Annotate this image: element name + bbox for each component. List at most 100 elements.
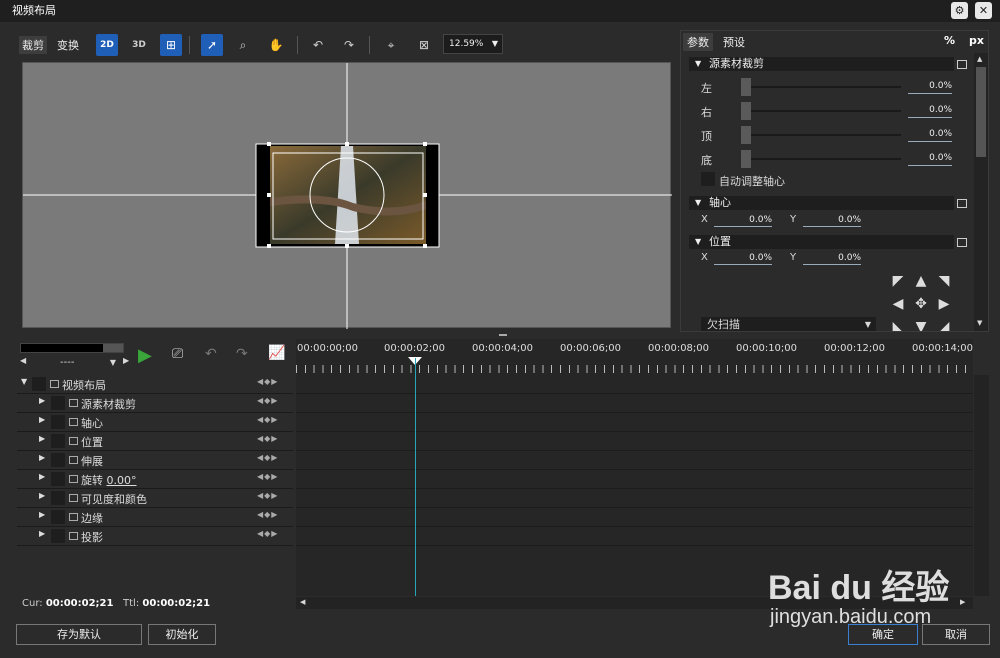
crop-left-slider[interactable] [741,86,901,88]
keyframe-nav-icon[interactable]: ◀◆▶ [257,434,278,443]
lane[interactable] [296,394,973,413]
crop-bottom-slider[interactable] [741,158,901,160]
close-icon[interactable]: ✕ [975,2,992,19]
expand-triangle-icon[interactable]: ▶ [39,529,45,538]
expand-triangle-icon[interactable]: ▶ [39,453,45,462]
track-item[interactable]: ▶ 位置 ◀◆▶ [17,432,293,451]
track-checkbox[interactable] [51,529,65,543]
scroll-thumb[interactable] [976,67,986,157]
track-item[interactable]: ▶ 投影 ◀◆▶ [17,527,293,546]
keyframe-nav-icon[interactable]: ◀◆▶ [257,529,278,538]
track-root[interactable]: ▼ 视频布局 ◀◆▶ [17,375,293,394]
crop-top-value[interactable]: 0.0% [908,128,952,142]
save-default-button[interactable]: 存为默认 [16,624,142,645]
keyframe-nav-icon[interactable]: ◀◆▶ [257,453,278,462]
fit-frame-icon[interactable]: ⌖ [380,34,402,56]
track-checkbox[interactable] [51,472,65,486]
crop-right-slider[interactable] [741,110,901,112]
tab-crop[interactable]: 裁剪 [19,36,47,54]
zoom-bar-thumb[interactable] [103,344,123,352]
crop-left-thumb[interactable] [741,78,751,96]
splitter-grip[interactable] [499,334,507,336]
unit-px-button[interactable]: px [969,34,984,47]
expand-triangle-icon[interactable]: ▶ [39,491,45,500]
tab-transform[interactable]: 变换 [54,36,82,54]
tab-params[interactable]: 参数 [683,33,713,51]
track-checkbox[interactable] [51,491,65,505]
keyframe-nav-icon[interactable]: ◀◆▶ [257,396,278,405]
initialize-button[interactable]: 初始化 [148,624,216,645]
redo-icon[interactable]: ↷ [236,346,248,362]
params-scrollbar[interactable]: ▲ ▼ [974,53,988,331]
timeline-dropdown[interactable]: ---- ▼ [32,355,118,370]
anchor-y-value[interactable]: 0.0% [803,214,861,227]
track-item[interactable]: ▶ 旋转 0.00° ◀◆▶ [17,470,293,489]
track-item[interactable]: ▶ 源素材裁剪 ◀◆▶ [17,394,293,413]
keyframe-nav-icon[interactable]: ◀◆▶ [257,472,278,481]
redo-icon[interactable]: ↷ [338,34,360,56]
track-checkbox[interactable] [51,415,65,429]
grid-icon[interactable]: ⊞ [160,34,182,56]
scroll-right-icon[interactable]: ▶ [960,598,965,606]
anchor-x-value[interactable]: 0.0% [714,214,772,227]
zoom-right-icon[interactable]: ▶ [123,356,129,365]
scroll-down-icon[interactable]: ▼ [977,319,982,327]
arrow-right-icon[interactable]: ▶ [936,296,952,312]
panel-splitter[interactable] [17,333,989,337]
crop-top-slider[interactable] [741,134,901,136]
track-checkbox[interactable] [51,434,65,448]
rotation-value[interactable]: 0.00° [107,474,137,487]
arrow-up-icon[interactable]: ▲ [913,273,929,289]
track-item[interactable]: ▶ 轴心 ◀◆▶ [17,413,293,432]
crop-right-value[interactable]: 0.0% [908,104,952,118]
expand-triangle-icon[interactable]: ▶ [39,415,45,424]
track-item[interactable]: ▶ 伸展 ◀◆▶ [17,451,293,470]
track-checkbox[interactable] [51,453,65,467]
keyframe-nav-icon[interactable]: ◀◆▶ [257,415,278,424]
undo-icon[interactable]: ↶ [307,34,329,56]
timeline-vscrollbar[interactable] [974,375,989,596]
undo-icon[interactable]: ↶ [205,346,217,362]
track-item[interactable]: ▶ 可见度和颜色 ◀◆▶ [17,489,293,508]
timeline-ruler[interactable]: 00:00:00;00 00:00:02;00 00:00:04;00 00:0… [296,339,973,375]
cancel-button[interactable]: 取消 [922,624,990,645]
section-source-crop[interactable]: ▼ 源素材裁剪 [689,57,954,71]
reset-icon[interactable] [957,238,967,247]
arrow-up-right-icon[interactable]: ◥ [936,273,952,289]
timeline-zoom-bar[interactable] [20,343,124,353]
crop-bottom-value[interactable]: 0.0% [908,152,952,166]
keyframe-nav-icon[interactable]: ◀◆▶ [257,377,278,386]
reset-icon[interactable] [957,199,967,208]
arrow-down-right-icon[interactable]: ◢ [936,319,952,331]
arrow-down-left-icon[interactable]: ◣ [890,319,906,331]
reset-icon[interactable] [957,60,967,69]
scroll-up-icon[interactable]: ▲ [977,55,982,63]
keyframe-nav-icon[interactable]: ◀◆▶ [257,510,278,519]
track-checkbox[interactable] [51,396,65,410]
preview-canvas[interactable] [22,62,672,329]
lane[interactable] [296,508,973,527]
scroll-left-icon[interactable]: ◀ [300,598,305,606]
arrow-left-icon[interactable]: ◀ [890,296,906,312]
arrow-down-icon[interactable]: ▼ [913,319,929,331]
tab-presets[interactable]: 预设 [719,33,749,51]
position-y-value[interactable]: 0.0% [803,252,861,265]
graph-icon[interactable]: 📈 [268,345,285,361]
unit-percent-button[interactable]: % [944,34,955,47]
zoom-left-icon[interactable]: ◀ [20,356,26,365]
playhead-line[interactable] [415,358,416,596]
zoom-select[interactable]: 12.59% ▼ [443,34,503,54]
lane[interactable] [296,413,973,432]
auto-anchor-checkbox[interactable] [701,172,715,186]
mode-2d-button[interactable]: 2D [96,34,118,56]
track-checkbox[interactable] [32,377,46,391]
section-position[interactable]: ▼ 位置 [689,235,954,249]
arrow-up-left-icon[interactable]: ◤ [890,273,906,289]
lane[interactable] [296,451,973,470]
crop-right-thumb[interactable] [741,102,751,120]
hand-pan-icon[interactable]: ✋ [265,34,287,56]
keyframe-nav-icon[interactable]: ◀◆▶ [257,491,278,500]
expand-triangle-icon[interactable]: ▶ [39,510,45,519]
zoom-magnifier-icon[interactable]: ⌕ [232,34,254,56]
lane[interactable] [296,375,973,394]
